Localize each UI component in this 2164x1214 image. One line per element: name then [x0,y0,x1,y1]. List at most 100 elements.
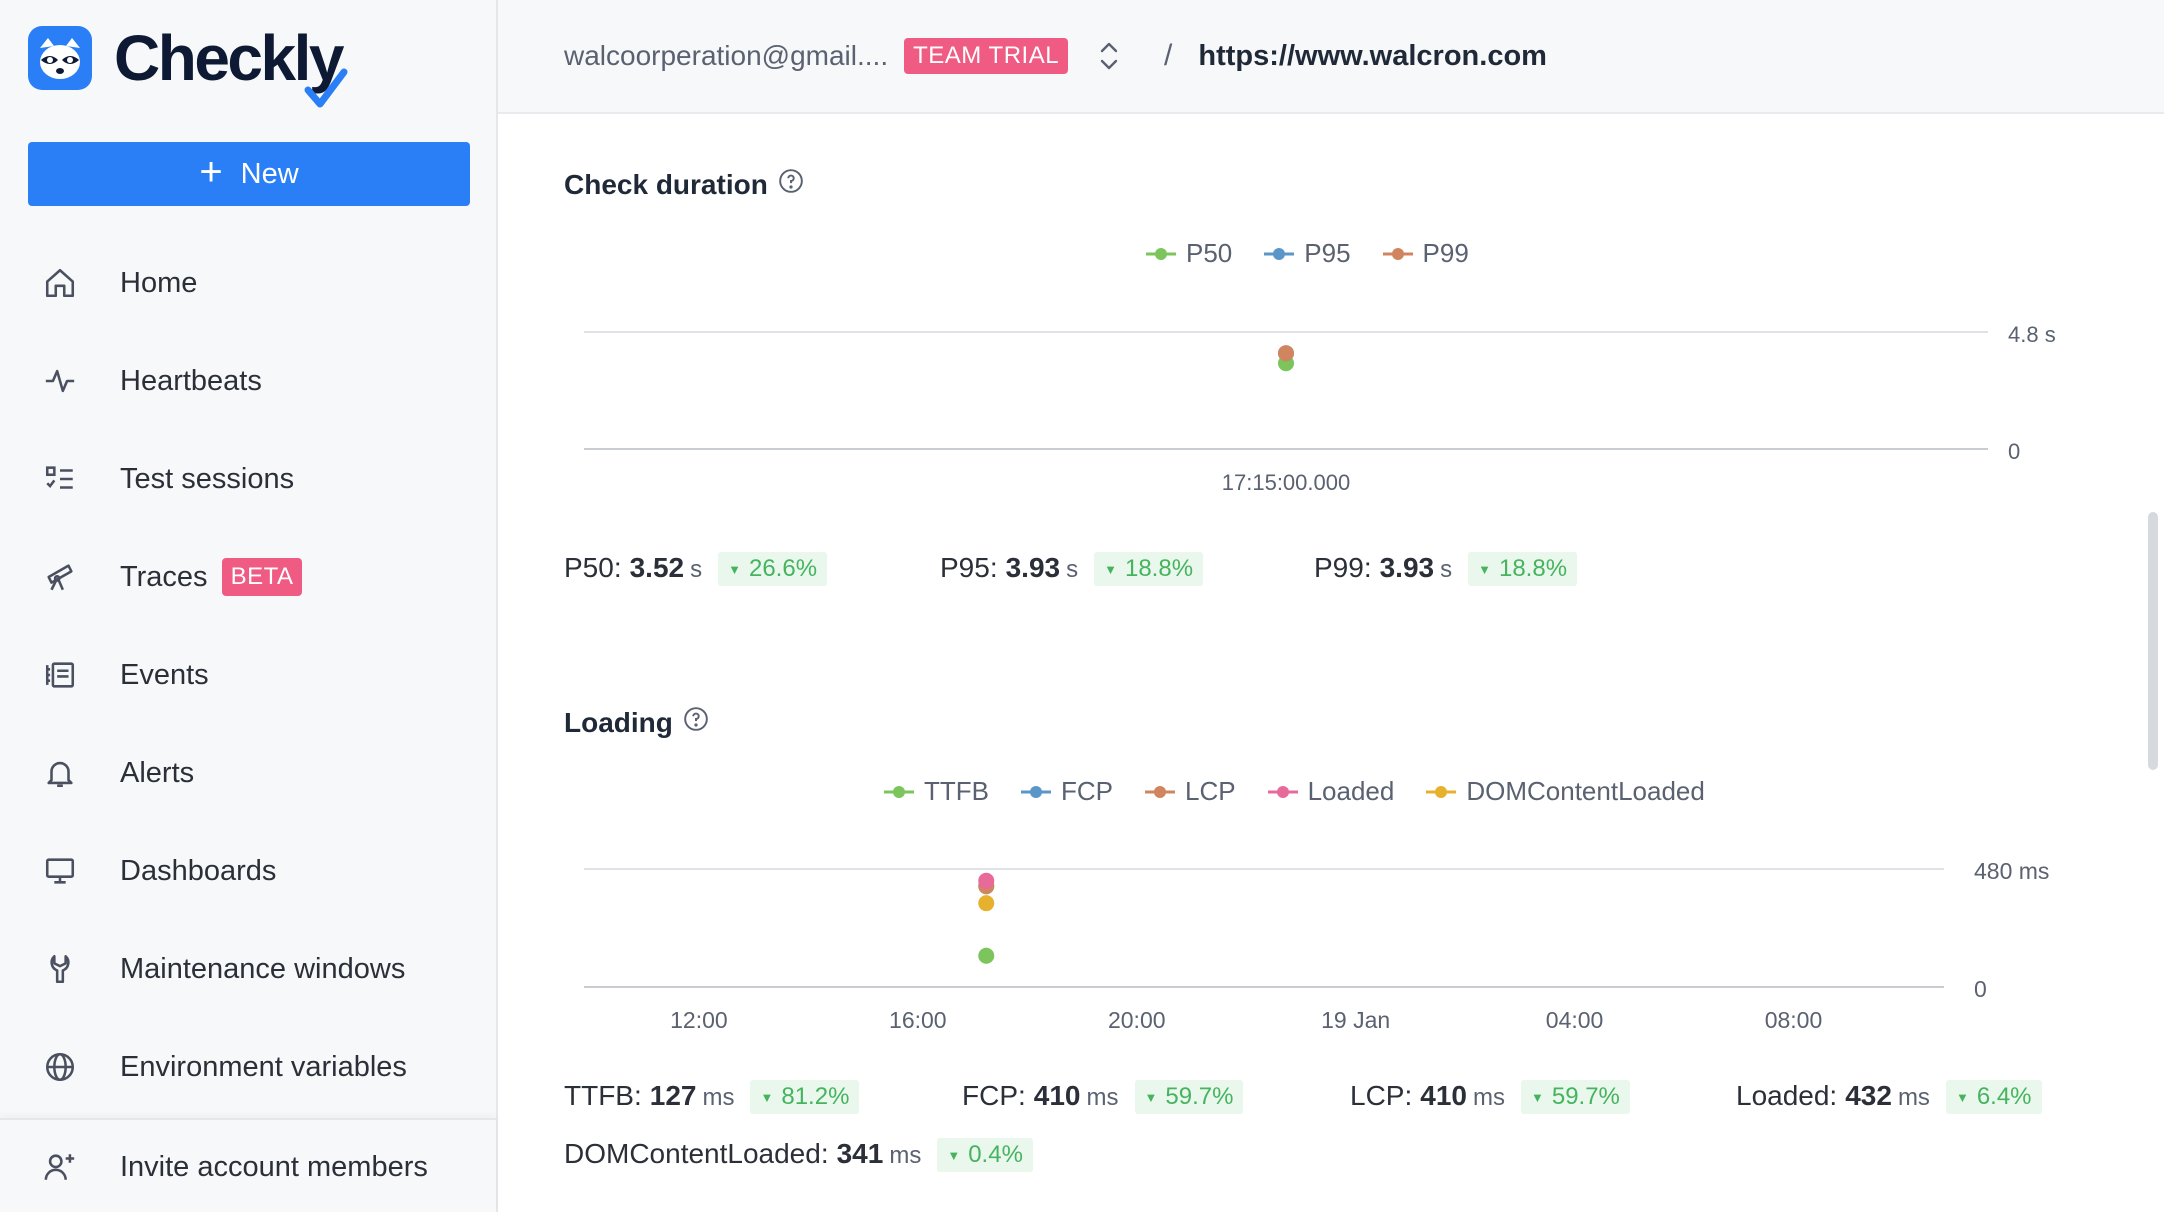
x-tick-label: 20:00 [1108,1007,1166,1033]
legend-swatch [1145,785,1175,798]
data-point-p99 [1278,345,1294,362]
home-icon [40,263,80,303]
legend-item-domcontentloaded[interactable]: DOMContentLoaded [1426,776,1705,807]
stat-unit: s [1066,556,1079,583]
stat-key: LCP: [1350,1080,1413,1111]
stat-value: 127 [649,1080,697,1111]
y-tick-label: 4.8 s [2008,322,2056,347]
main-scrollbar[interactable] [2148,512,2158,770]
stat-unit: ms [1472,1084,1505,1111]
sidebar-item-heartbeats[interactable]: Heartbeats [0,332,496,430]
globe-icon [40,1047,80,1087]
sidebar-item-home[interactable]: Home [0,234,496,332]
legend-item-p95[interactable]: P95 [1264,238,1351,269]
legend-item-p99[interactable]: P99 [1382,238,1469,269]
stat-value: 410 [1033,1080,1081,1111]
sidebar-item-traces[interactable]: Traces BETA [0,528,496,626]
stat-fcp: FCP: 410 ms ▼ 59.7% [962,1080,1244,1114]
legend-item-ttfb[interactable]: TTFB [884,776,989,807]
legend-swatch [1146,247,1176,260]
beta-badge: BETA [221,558,303,596]
wrench-icon [40,949,80,989]
legend-item-fcp[interactable]: FCP [1021,776,1113,807]
legend-swatch [1382,247,1413,260]
stat-ttfb: TTFB: 127 ms ▼ 81.2% [564,1080,860,1114]
legend-swatch [1021,785,1051,798]
check-duration-title: Check duration [564,168,804,201]
stat-delta-value: 6.4% [1976,1083,2032,1110]
stat-key: P99: [1314,552,1372,583]
caret-down-icon: ▼ [1478,561,1491,577]
legend-swatch [1267,785,1298,798]
account-name[interactable]: walcoorperation@gmail.... [564,40,888,72]
y-tick-label: 480 ms [1974,858,2049,884]
stat-value: 410 [1420,1080,1467,1111]
stat-unit: s [690,556,703,583]
monitor-icon [40,851,80,891]
section-title-text: Check duration [564,168,768,200]
stat-value: 341 [836,1138,884,1169]
events-list-icon [40,655,80,695]
new-button[interactable]: + New [28,142,470,206]
stat-p50: P50: 3.52 s ▼ 26.6% [564,552,828,586]
stat-delta-badge: ▼ 0.4% [937,1138,1033,1172]
stat-p99: P99: 3.93 s ▼ 18.8% [1314,552,1578,586]
stat-delta-value: 81.2% [781,1083,850,1110]
breadcrumb-separator: / [1164,39,1173,72]
stat-unit: ms [1086,1084,1119,1111]
help-circle-icon[interactable] [683,706,709,739]
sidebar-item-alerts[interactable]: Alerts [0,724,496,822]
sidebar-item-environment-variables[interactable]: Environment variables [0,1018,496,1116]
y-tick-label: 0 [1974,976,1987,1002]
legend-item-p50[interactable]: P50 [1146,238,1232,269]
sidebar-item-invite-members[interactable]: Invite account members [0,1120,496,1214]
legend-label: FCP [1061,776,1113,806]
raccoon-logo-icon [28,26,92,90]
sidebar-item-label: Traces [120,560,208,593]
stat-key: P50: [564,552,622,583]
x-tick-label: 17:15:00.000 [1222,470,1350,495]
caret-down-icon: ▼ [728,561,741,577]
sidebar-item-maintenance-windows[interactable]: Maintenance windows [0,920,496,1018]
stat-loaded: Loaded: 432 ms ▼ 6.4% [1736,1080,2042,1114]
sidebar-item-dashboards[interactable]: Dashboards [0,822,496,920]
telescope-icon [40,557,80,597]
add-user-icon [40,1147,80,1187]
stat-delta-value: 59.7% [1165,1083,1234,1110]
sidebar-item-events[interactable]: Events [0,626,496,724]
x-tick-label: 16:00 [889,1007,947,1033]
stat-unit: s [1440,556,1453,583]
stat-delta-badge: ▼ 18.8% [1468,552,1578,586]
sidebar-item-label: Events [120,658,209,691]
stat-delta-value: 18.8% [1124,555,1194,582]
legend-swatch [1426,785,1457,798]
sidebar-item-label: Dashboards [120,854,277,887]
caret-down-icon: ▼ [1530,1089,1544,1105]
stat-value: 3.93 [1005,552,1061,583]
caret-down-icon: ▼ [947,1147,961,1163]
legend-swatch [1264,247,1295,260]
legend-label: P50 [1186,238,1233,268]
stat-lcp: LCP: 410 ms ▼ 59.7% [1350,1080,1630,1114]
data-point-fcp [978,878,995,895]
sidebar-item-label: Home [120,266,198,299]
legend-item-loaded[interactable]: Loaded [1267,776,1394,807]
stat-unit: ms [702,1084,735,1111]
stat-value: 3.93 [1379,552,1435,583]
heartbeat-icon [40,361,80,401]
legend-item-lcp[interactable]: LCP [1145,776,1236,807]
sidebar-item-test-sessions[interactable]: Test sessions [0,430,496,528]
bell-icon [40,753,80,793]
sidebar-item-label: Test sessions [120,462,295,495]
data-point-p50 [1278,355,1294,372]
account-switcher-chevron-icon[interactable] [1096,39,1122,73]
check-url[interactable]: https://www.walcron.com [1198,40,1547,73]
x-tick-label: 08:00 [1765,1007,1823,1033]
legend-label: LCP [1185,776,1236,806]
x-tick-label: 12:00 [670,1007,728,1033]
help-circle-icon[interactable] [778,168,804,201]
logo-text: Checkly [114,26,348,108]
plus-icon: + [199,150,223,194]
stat-delta-value: 18.8% [1498,555,1568,582]
logo[interactable]: Checkly [28,26,348,108]
